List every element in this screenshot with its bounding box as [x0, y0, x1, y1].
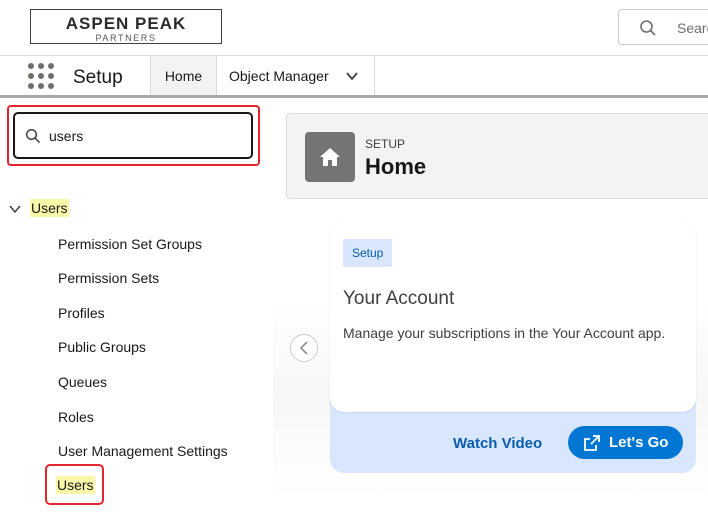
app-launcher-icon[interactable]	[28, 63, 54, 89]
lets-go-label: Let's Go	[609, 434, 669, 451]
tab-home[interactable]: Home	[150, 56, 217, 95]
company-logo[interactable]: ASPEN PEAK PARTNERS	[30, 9, 222, 44]
lets-go-button[interactable]: Let's Go	[568, 426, 683, 459]
card-body: Setup Your Account Manage your subscript…	[330, 222, 696, 412]
tree-item-profiles[interactable]: Profiles	[58, 305, 105, 321]
logo-sub-text: PARTNERS	[95, 33, 157, 43]
logo-main-text: ASPEN PEAK	[65, 14, 187, 33]
tree-node-users[interactable]: Users	[30, 199, 69, 217]
quick-find-input[interactable]: users	[13, 112, 253, 159]
search-icon	[640, 20, 656, 36]
collapse-sidebar-button[interactable]	[290, 334, 318, 362]
setup-sidebar: users Users Permission Set Groups Permis…	[0, 98, 273, 522]
chevron-down-icon[interactable]	[8, 202, 22, 216]
external-link-icon	[584, 435, 600, 451]
tree-item-public-groups[interactable]: Public Groups	[58, 339, 146, 355]
setup-nav-bar: Setup Home Object Manager	[0, 56, 708, 98]
search-icon	[25, 128, 41, 144]
your-account-card: Setup Your Account Manage your subscript…	[330, 222, 696, 473]
chevron-left-icon	[299, 341, 308, 355]
tab-object-manager[interactable]: Object Manager	[217, 56, 375, 95]
card-title: Your Account	[343, 288, 455, 309]
tree-item-users[interactable]: Users	[56, 476, 95, 494]
global-header: ASPEN PEAK PARTNERS Search	[0, 0, 708, 56]
main-content: SETUP Home Setup Your Account Manage you…	[273, 98, 708, 522]
global-search-input[interactable]: Search	[618, 9, 708, 45]
app-name: Setup	[73, 67, 123, 88]
chevron-down-icon[interactable]	[345, 69, 359, 83]
search-placeholder: Search	[677, 20, 708, 36]
page-header: SETUP Home	[286, 113, 708, 199]
tree-item-user-management-settings[interactable]: User Management Settings	[58, 443, 228, 459]
home-icon	[305, 132, 355, 182]
tree-item-permission-sets[interactable]: Permission Sets	[58, 270, 159, 286]
quick-find-value: users	[49, 128, 84, 144]
card-badge: Setup	[343, 239, 393, 267]
card-description: Manage your subscriptions in the Your Ac…	[343, 325, 666, 341]
tree-item-queues[interactable]: Queues	[58, 374, 107, 390]
tree-item-roles[interactable]: Roles	[58, 409, 94, 425]
tree-item-permission-set-groups[interactable]: Permission Set Groups	[58, 236, 202, 252]
watch-video-link[interactable]: Watch Video	[453, 435, 542, 452]
tab-object-manager-label: Object Manager	[229, 68, 329, 84]
page-title: Home	[365, 154, 427, 179]
page-eyebrow: SETUP	[365, 137, 406, 151]
